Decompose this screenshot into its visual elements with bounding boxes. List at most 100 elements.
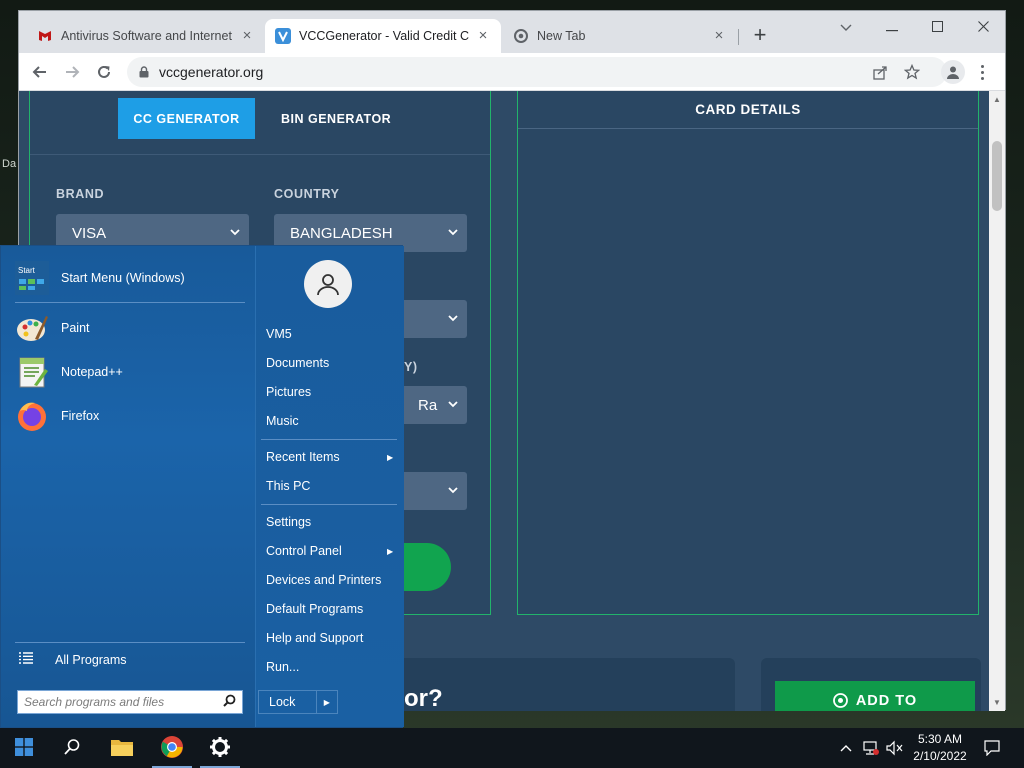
start-item-run[interactable]: Run... bbox=[266, 660, 299, 674]
all-programs-button[interactable]: All Programs bbox=[19, 652, 127, 667]
scrollbar-thumb[interactable] bbox=[992, 141, 1002, 211]
scroll-up-arrow-icon[interactable]: ▲ bbox=[993, 95, 1001, 104]
close-icon[interactable]: × bbox=[239, 28, 255, 44]
divider bbox=[261, 439, 397, 440]
program-label: Notepad++ bbox=[61, 365, 123, 379]
page-scrollbar[interactable]: ▲ ▼ bbox=[989, 91, 1005, 711]
mcafee-icon bbox=[37, 28, 53, 44]
taskbar-file-explorer[interactable] bbox=[98, 728, 146, 768]
start-item-control-panel[interactable]: Control Panel bbox=[266, 544, 342, 558]
lock-button[interactable]: Lock ▶ bbox=[258, 690, 338, 714]
volume-muted-icon[interactable] bbox=[884, 728, 906, 768]
close-icon[interactable]: × bbox=[475, 28, 491, 44]
firefox-icon bbox=[15, 399, 49, 433]
start-item-recent-items[interactable]: Recent Items bbox=[266, 450, 340, 464]
country-select-value: BANGLADESH bbox=[290, 224, 393, 242]
tab-title: New Tab bbox=[537, 29, 586, 43]
start-item-documents[interactable]: Documents bbox=[266, 356, 329, 370]
tab-title: Antivirus Software and Internet S bbox=[61, 29, 233, 43]
cc-generator-tab[interactable]: CC GENERATOR bbox=[118, 98, 255, 139]
taskbar-clock[interactable]: 5:30 AM 2/10/2022 bbox=[905, 731, 975, 765]
start-item-devices-printers[interactable]: Devices and Printers bbox=[266, 573, 381, 587]
start-search-input[interactable]: Search programs and files bbox=[17, 690, 243, 714]
taskbar: 5:30 AM 2/10/2022 bbox=[0, 728, 1024, 768]
generator-tabs: CC GENERATOR BIN GENERATOR bbox=[30, 91, 490, 155]
scroll-down-arrow-icon[interactable]: ▼ bbox=[993, 698, 1001, 707]
search-icon[interactable] bbox=[223, 694, 236, 710]
power-options-arrow-icon[interactable]: ▶ bbox=[315, 691, 337, 713]
tab-antivirus[interactable]: Antivirus Software and Internet S × bbox=[27, 19, 265, 53]
bin-generator-tab[interactable]: BIN GENERATOR bbox=[281, 98, 391, 139]
reload-button[interactable] bbox=[93, 61, 115, 83]
submenu-arrow-icon: ▶ bbox=[387, 547, 394, 556]
search-icon bbox=[63, 738, 81, 759]
lock-label: Lock bbox=[269, 695, 296, 709]
divider bbox=[261, 504, 397, 505]
start-item-default-programs[interactable]: Default Programs bbox=[266, 602, 363, 616]
clock-date: 2/10/2022 bbox=[913, 749, 967, 763]
gear-icon bbox=[209, 736, 231, 761]
tab-separator bbox=[738, 29, 739, 45]
address-bar[interactable]: vccgenerator.org bbox=[127, 57, 947, 87]
start-button[interactable] bbox=[0, 728, 48, 768]
card-details-title: CARD DETAILS bbox=[518, 91, 978, 129]
profile-avatar-icon[interactable] bbox=[941, 60, 965, 84]
divider bbox=[15, 642, 245, 643]
tab-search-icon[interactable] bbox=[831, 17, 861, 39]
show-hidden-icons-chevron-up-icon[interactable] bbox=[836, 728, 856, 768]
start-item-vm5[interactable]: VM5 bbox=[266, 327, 292, 341]
start-item-pictures[interactable]: Pictures bbox=[266, 385, 311, 399]
add-to-chrome-button[interactable]: ADD TO bbox=[775, 681, 975, 711]
program-notepadpp[interactable]: Notepad++ bbox=[15, 352, 245, 392]
user-avatar-icon[interactable] bbox=[304, 260, 352, 308]
start-menu: Start Start Menu (Windows) Paint Notepad… bbox=[0, 245, 404, 728]
maximize-button[interactable] bbox=[922, 17, 952, 39]
taskbar-settings[interactable] bbox=[196, 728, 244, 768]
tab-new-tab[interactable]: New Tab × bbox=[503, 19, 737, 53]
program-label: Firefox bbox=[61, 409, 100, 423]
partial-field-label: Y) bbox=[404, 360, 418, 374]
card-details-panel: CARD DETAILS bbox=[517, 91, 979, 615]
start-item-music[interactable]: Music bbox=[266, 414, 299, 428]
start-menu-icon: Start bbox=[15, 261, 49, 295]
bookmark-star-icon[interactable] bbox=[901, 61, 923, 83]
divider bbox=[15, 302, 245, 303]
taskbar-search-button[interactable] bbox=[48, 728, 96, 768]
svg-text:Start: Start bbox=[18, 266, 36, 275]
chrome-icon bbox=[832, 693, 848, 711]
network-icon[interactable] bbox=[860, 728, 882, 768]
share-icon[interactable] bbox=[869, 61, 891, 83]
chevron-down-icon bbox=[229, 225, 241, 242]
start-item-help-support[interactable]: Help and Support bbox=[266, 631, 363, 645]
clock-time: 5:30 AM bbox=[917, 732, 963, 746]
program-start-menu[interactable]: Start Start Menu (Windows) bbox=[15, 258, 245, 298]
program-label: Paint bbox=[61, 321, 90, 335]
start-item-this-pc[interactable]: This PC bbox=[266, 479, 310, 493]
browser-menu-button[interactable] bbox=[975, 61, 989, 83]
new-tab-button[interactable]: + bbox=[749, 24, 771, 46]
tab-strip: Antivirus Software and Internet S × VCCG… bbox=[19, 11, 1005, 53]
start-item-settings[interactable]: Settings bbox=[266, 515, 311, 529]
forward-button[interactable] bbox=[61, 61, 83, 83]
close-window-button[interactable] bbox=[968, 17, 998, 39]
minimize-button[interactable] bbox=[877, 17, 907, 39]
program-label: Start Menu (Windows) bbox=[61, 271, 185, 285]
tab-vccgenerator[interactable]: VCCGenerator - Valid Credit Card × bbox=[265, 19, 501, 53]
list-icon bbox=[19, 652, 33, 667]
notifications-icon[interactable] bbox=[978, 728, 1006, 768]
all-programs-label: All Programs bbox=[55, 652, 127, 667]
lock-icon[interactable] bbox=[139, 66, 149, 78]
back-button[interactable] bbox=[29, 61, 51, 83]
program-firefox[interactable]: Firefox bbox=[15, 396, 245, 436]
desktop-icon-label[interactable]: Da bbox=[2, 158, 16, 170]
chrome-icon bbox=[513, 28, 529, 44]
program-paint[interactable]: Paint bbox=[15, 308, 245, 348]
notepadpp-icon bbox=[15, 355, 49, 389]
close-icon[interactable]: × bbox=[711, 28, 727, 44]
taskbar-chrome[interactable] bbox=[148, 728, 196, 768]
chevron-down-icon bbox=[447, 483, 459, 500]
brand-select-value: VISA bbox=[72, 224, 107, 242]
search-placeholder: Search programs and files bbox=[24, 695, 165, 709]
vcc-icon bbox=[275, 28, 291, 44]
folder-icon bbox=[110, 737, 134, 760]
